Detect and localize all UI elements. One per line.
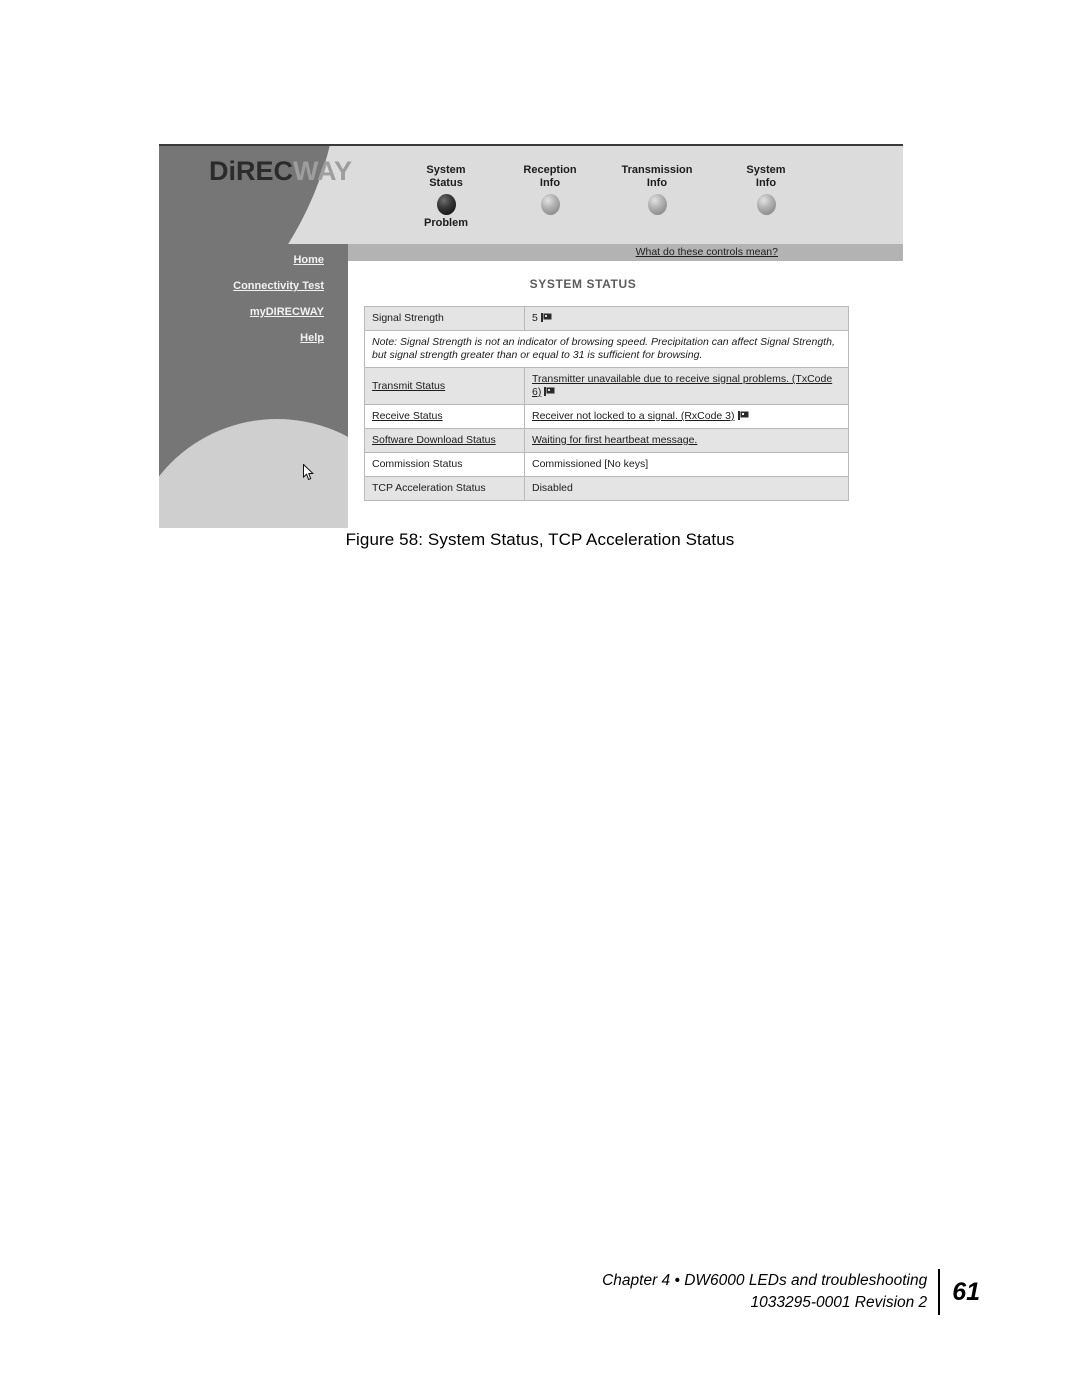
figure-caption: Figure 58: System Status, TCP Accelerati… [345, 530, 735, 549]
footer-chapter-line: Chapter 4 • DW6000 LEDs and troubleshoot… [602, 1272, 928, 1289]
sidebar-nav: Home Connectivity Test myDIRECWAY Help [159, 244, 348, 528]
table-row: TCP Acceleration Status Disabled [364, 476, 849, 501]
sidebar-item-mydirecway[interactable]: myDIRECWAY [159, 306, 324, 318]
software-download-status-link[interactable]: Software Download Status [372, 434, 496, 446]
footer-divider [938, 1269, 941, 1315]
app-banner: DiRECWAY System Status Problem Reception… [159, 146, 903, 244]
receive-status-value-link[interactable]: Receiver not locked to a signal. (RxCode… [532, 410, 735, 422]
row-value-software-download-status[interactable]: Waiting for first heartbeat message. [524, 428, 849, 453]
flag-icon[interactable] [544, 387, 555, 396]
footer-docnumber-line: 1033295-0001 Revision 2 [750, 1294, 928, 1311]
main-content: SYSTEM STATUS Signal Strength 5 Note: Si… [348, 261, 903, 528]
led-label-line2: Info [539, 177, 561, 189]
led-label-line2: Status [429, 177, 463, 189]
led-label-line2: Info [646, 177, 668, 189]
led-label-line1: System [426, 164, 466, 176]
software-download-status-value-link[interactable]: Waiting for first heartbeat message. [532, 434, 697, 446]
row-value-tcp-acceleration-status: Disabled [524, 476, 849, 501]
controls-help-bar: What do these controls mean? [348, 244, 903, 261]
flag-icon[interactable] [737, 411, 749, 420]
logo-text-dark: DiREC [209, 156, 294, 186]
led-indicator-panel: System Status Problem Reception Info Tra… [391, 164, 861, 244]
row-value-receive-status[interactable]: Receiver not locked to a signal. (RxCode… [524, 404, 849, 429]
footer-text: Chapter 4 • DW6000 LEDs and troubleshoot… [602, 1270, 938, 1314]
table-row: Commission Status Commissioned [No keys] [364, 452, 849, 477]
direcway-logo: DiRECWAY [209, 158, 352, 185]
led-label-line1: Transmission [621, 164, 693, 176]
sidebar-item-connectivity-test[interactable]: Connectivity Test [159, 280, 324, 292]
table-row: Signal Strength 5 [364, 306, 849, 331]
row-label-receive-status[interactable]: Receive Status [364, 404, 525, 429]
led-group-system-status[interactable]: System Status Problem [391, 164, 501, 230]
led-indicator-icon[interactable] [756, 194, 776, 215]
mouse-pointer-icon [303, 464, 314, 481]
table-row: Software Download Status Waiting for fir… [364, 428, 849, 453]
what-do-these-controls-mean-link[interactable]: What do these controls mean? [636, 246, 778, 258]
led-label-line1: System [746, 164, 786, 176]
led-indicator-icon[interactable] [436, 194, 456, 215]
row-value-signal-strength: 5 [524, 306, 849, 331]
signal-strength-note: Note: Signal Strength is not an indicato… [364, 330, 849, 368]
row-label-software-download-status[interactable]: Software Download Status [364, 428, 525, 453]
led-group-reception-info[interactable]: Reception Info [495, 164, 605, 217]
led-label-line2: Info [755, 177, 777, 189]
table-row: Transmit Status Transmitter unavailable … [364, 367, 849, 405]
sidebar-links: Home Connectivity Test myDIRECWAY Help [159, 254, 324, 358]
flag-icon[interactable] [540, 313, 552, 322]
row-value-transmit-status[interactable]: Transmitter unavailable due to receive s… [524, 367, 849, 405]
row-label-tcp-acceleration-status: TCP Acceleration Status [364, 476, 525, 501]
table-row: Receive Status Receiver not locked to a … [364, 404, 849, 429]
transmit-status-value-link[interactable]: Transmitter unavailable due to receive s… [532, 373, 832, 398]
logo-text-light: WAY [293, 156, 353, 186]
page-title: SYSTEM STATUS [529, 277, 637, 291]
row-label-commission-status: Commission Status [364, 452, 525, 477]
receive-status-link[interactable]: Receive Status [372, 410, 443, 422]
row-label-signal-strength: Signal Strength [364, 306, 525, 331]
table-row-note: Note: Signal Strength is not an indicato… [364, 330, 849, 368]
row-label-transmit-status[interactable]: Transmit Status [364, 367, 525, 405]
sidebar-circle-decoration [159, 419, 348, 528]
sidebar-item-help[interactable]: Help [159, 332, 324, 344]
sidebar-item-home[interactable]: Home [159, 254, 324, 266]
page-number: 61 [952, 1277, 980, 1306]
transmit-status-link[interactable]: Transmit Status [372, 380, 445, 392]
row-value-commission-status: Commissioned [No keys] [524, 452, 849, 477]
signal-strength-value: 5 [532, 312, 538, 324]
led-state-text: Problem [423, 217, 468, 229]
led-indicator-icon[interactable] [540, 194, 560, 215]
led-indicator-icon[interactable] [647, 194, 667, 215]
page-footer: Chapter 4 • DW6000 LEDs and troubleshoot… [602, 1269, 980, 1315]
led-label-line1: Reception [523, 164, 577, 176]
led-group-transmission-info[interactable]: Transmission Info [602, 164, 712, 217]
led-group-system-info[interactable]: System Info [711, 164, 821, 217]
screenshot-figure: DiRECWAY System Status Problem Reception… [159, 144, 903, 528]
system-status-table: Signal Strength 5 Note: Signal Strength … [364, 306, 849, 501]
